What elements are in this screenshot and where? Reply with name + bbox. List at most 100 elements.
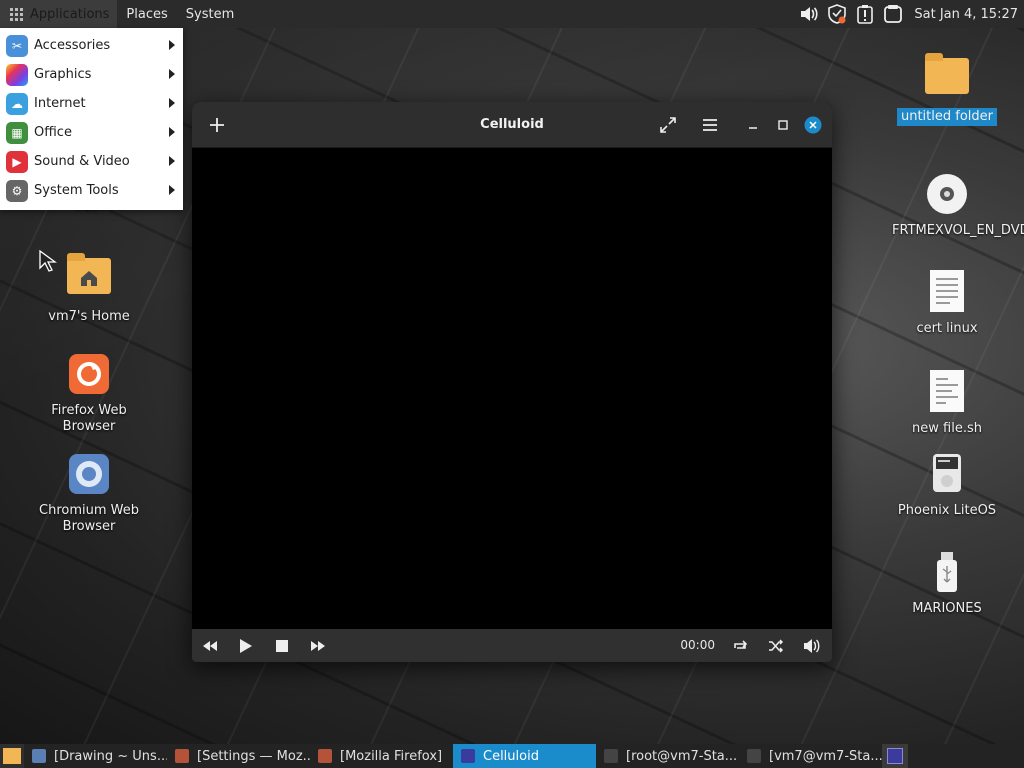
applications-dropdown: ✂ Accessories Graphics ☁ Internet ▦ Offi…	[0, 28, 183, 210]
submenu-arrow-icon	[169, 185, 175, 195]
menu-item-label: System Tools	[34, 183, 119, 198]
system-menu[interactable]: System	[177, 7, 243, 22]
menu-item-graphics[interactable]: Graphics	[0, 60, 183, 89]
sound-video-icon: ▶	[6, 150, 28, 173]
system-tray: Sat Jan 4, 15:27	[798, 0, 1024, 28]
maximize-icon[interactable]	[772, 114, 794, 136]
task-drawing[interactable]: [Drawing ~ Uns...	[24, 744, 167, 768]
shield-icon[interactable]	[826, 3, 848, 25]
menu-item-accessories[interactable]: ✂ Accessories	[0, 31, 183, 60]
clock[interactable]: Sat Jan 4, 15:27	[914, 7, 1018, 22]
app-grid-icon	[10, 7, 23, 21]
play-icon[interactable]	[236, 636, 256, 656]
menu-item-office[interactable]: ▦ Office	[0, 118, 183, 147]
player-title: Celluloid	[480, 117, 544, 132]
internet-icon: ☁	[6, 92, 28, 115]
celluloid-window: Celluloid 00:00	[192, 102, 832, 662]
window-icon[interactable]	[882, 3, 904, 25]
playback-time: 00:00	[680, 638, 715, 652]
graphics-icon	[6, 63, 28, 86]
task-terminal-root[interactable]: [root@vm7-Sta...	[596, 744, 739, 768]
task-settings-firefox[interactable]: [Settings — Moz...	[167, 744, 310, 768]
newfile-label: new file.sh	[912, 421, 982, 436]
task-label: [Drawing ~ Uns...	[54, 748, 167, 764]
applications-menu-button[interactable]: Applications	[0, 0, 118, 28]
desktop-icon-phoenix[interactable]: Phoenix LiteOS	[882, 452, 1012, 520]
task-label: [Settings — Moz...	[197, 748, 310, 764]
text-file-icon	[925, 270, 969, 314]
celluloid-icon	[461, 749, 475, 763]
workspace-switcher[interactable]	[882, 744, 908, 768]
rewind-icon[interactable]	[200, 636, 220, 656]
show-desktop-button[interactable]	[0, 744, 24, 768]
menu-item-system-tools[interactable]: ⚙ System Tools	[0, 176, 183, 205]
chromium-label: Chromium Web Browser	[39, 503, 139, 534]
firefox-icon	[318, 749, 332, 763]
player-header: Celluloid	[192, 102, 832, 148]
task-label: [vm7@vm7-Sta...	[769, 748, 882, 764]
firefox-icon	[175, 749, 189, 763]
top-panel: Applications Places System Sat Jan 4, 15…	[0, 0, 1024, 28]
accessories-icon: ✂	[6, 34, 28, 57]
office-icon: ▦	[6, 121, 28, 144]
applications-label: Applications	[30, 6, 110, 22]
menu-item-sound-video[interactable]: ▶ Sound & Video	[0, 147, 183, 176]
volume-icon[interactable]	[798, 3, 820, 25]
menu-item-label: Internet	[34, 96, 86, 111]
desktop-icon-untitled-folder[interactable]: untitled folder	[882, 52, 1012, 126]
player-controls: 00:00	[192, 629, 832, 662]
terminal-icon	[604, 749, 618, 763]
menu-item-label: Graphics	[34, 67, 92, 82]
task-label: Celluloid	[483, 748, 539, 764]
desktop-icon-dvd[interactable]: FRTMEXVOL_EN_DVD	[882, 172, 1024, 240]
usb-label: MARIONES	[912, 601, 982, 616]
dvd-label: FRTMEXVOL_EN_DVD	[892, 223, 1024, 238]
drive-icon	[925, 452, 969, 496]
alert-icon[interactable]	[854, 3, 876, 25]
untitled-folder-label: untitled folder	[896, 108, 997, 126]
menu-item-internet[interactable]: ☁ Internet	[0, 89, 183, 118]
places-menu[interactable]: Places	[117, 7, 176, 22]
cert-label: cert linux	[916, 321, 978, 336]
firefox-label: Firefox Web Browser	[51, 403, 127, 434]
task-label: [root@vm7-Sta...	[626, 748, 738, 764]
home-folder-icon	[67, 253, 111, 302]
home-label: vm7's Home	[48, 309, 130, 324]
desktop-icon-newfile[interactable]: new file.sh	[882, 370, 1012, 438]
submenu-arrow-icon	[169, 156, 175, 166]
menu-item-label: Office	[34, 125, 72, 140]
submenu-arrow-icon	[169, 127, 175, 137]
task-label: [Mozilla Firefox]	[340, 748, 443, 764]
minimize-icon[interactable]	[742, 114, 764, 136]
folder-icon	[925, 53, 969, 102]
desktop-icon-chromium[interactable]: Chromium Web Browser	[24, 452, 154, 536]
repeat-icon[interactable]	[730, 636, 750, 656]
desktop-icon-cert[interactable]: cert linux	[882, 270, 1012, 338]
close-icon[interactable]	[802, 114, 824, 136]
menu-item-label: Accessories	[34, 38, 111, 53]
fast-forward-icon[interactable]	[308, 636, 328, 656]
desktop-icon-firefox[interactable]: Firefox Web Browser	[24, 352, 154, 436]
stop-icon[interactable]	[272, 636, 292, 656]
menu-item-label: Sound & Video	[34, 154, 130, 169]
task-mozilla-firefox[interactable]: [Mozilla Firefox]	[310, 744, 453, 768]
task-celluloid[interactable]: Celluloid	[453, 744, 596, 768]
workspace-icon	[887, 748, 903, 764]
volume-control-icon[interactable]	[802, 636, 822, 656]
add-icon[interactable]	[206, 114, 228, 136]
fullscreen-icon[interactable]	[657, 114, 679, 136]
task-terminal-vm7[interactable]: [vm7@vm7-Sta...	[739, 744, 882, 768]
menu-icon[interactable]	[699, 114, 721, 136]
phoenix-label: Phoenix LiteOS	[897, 503, 997, 518]
show-desktop-icon	[3, 748, 21, 764]
firefox-icon	[67, 352, 111, 396]
terminal-icon	[747, 749, 761, 763]
submenu-arrow-icon	[169, 69, 175, 79]
desktop-icon-usb[interactable]: MARIONES	[882, 550, 1012, 618]
mouse-cursor-icon	[39, 250, 57, 272]
script-file-icon	[925, 370, 969, 414]
chromium-icon	[67, 452, 111, 496]
video-area[interactable]	[192, 148, 832, 629]
shuffle-icon[interactable]	[766, 636, 786, 656]
submenu-arrow-icon	[169, 98, 175, 108]
